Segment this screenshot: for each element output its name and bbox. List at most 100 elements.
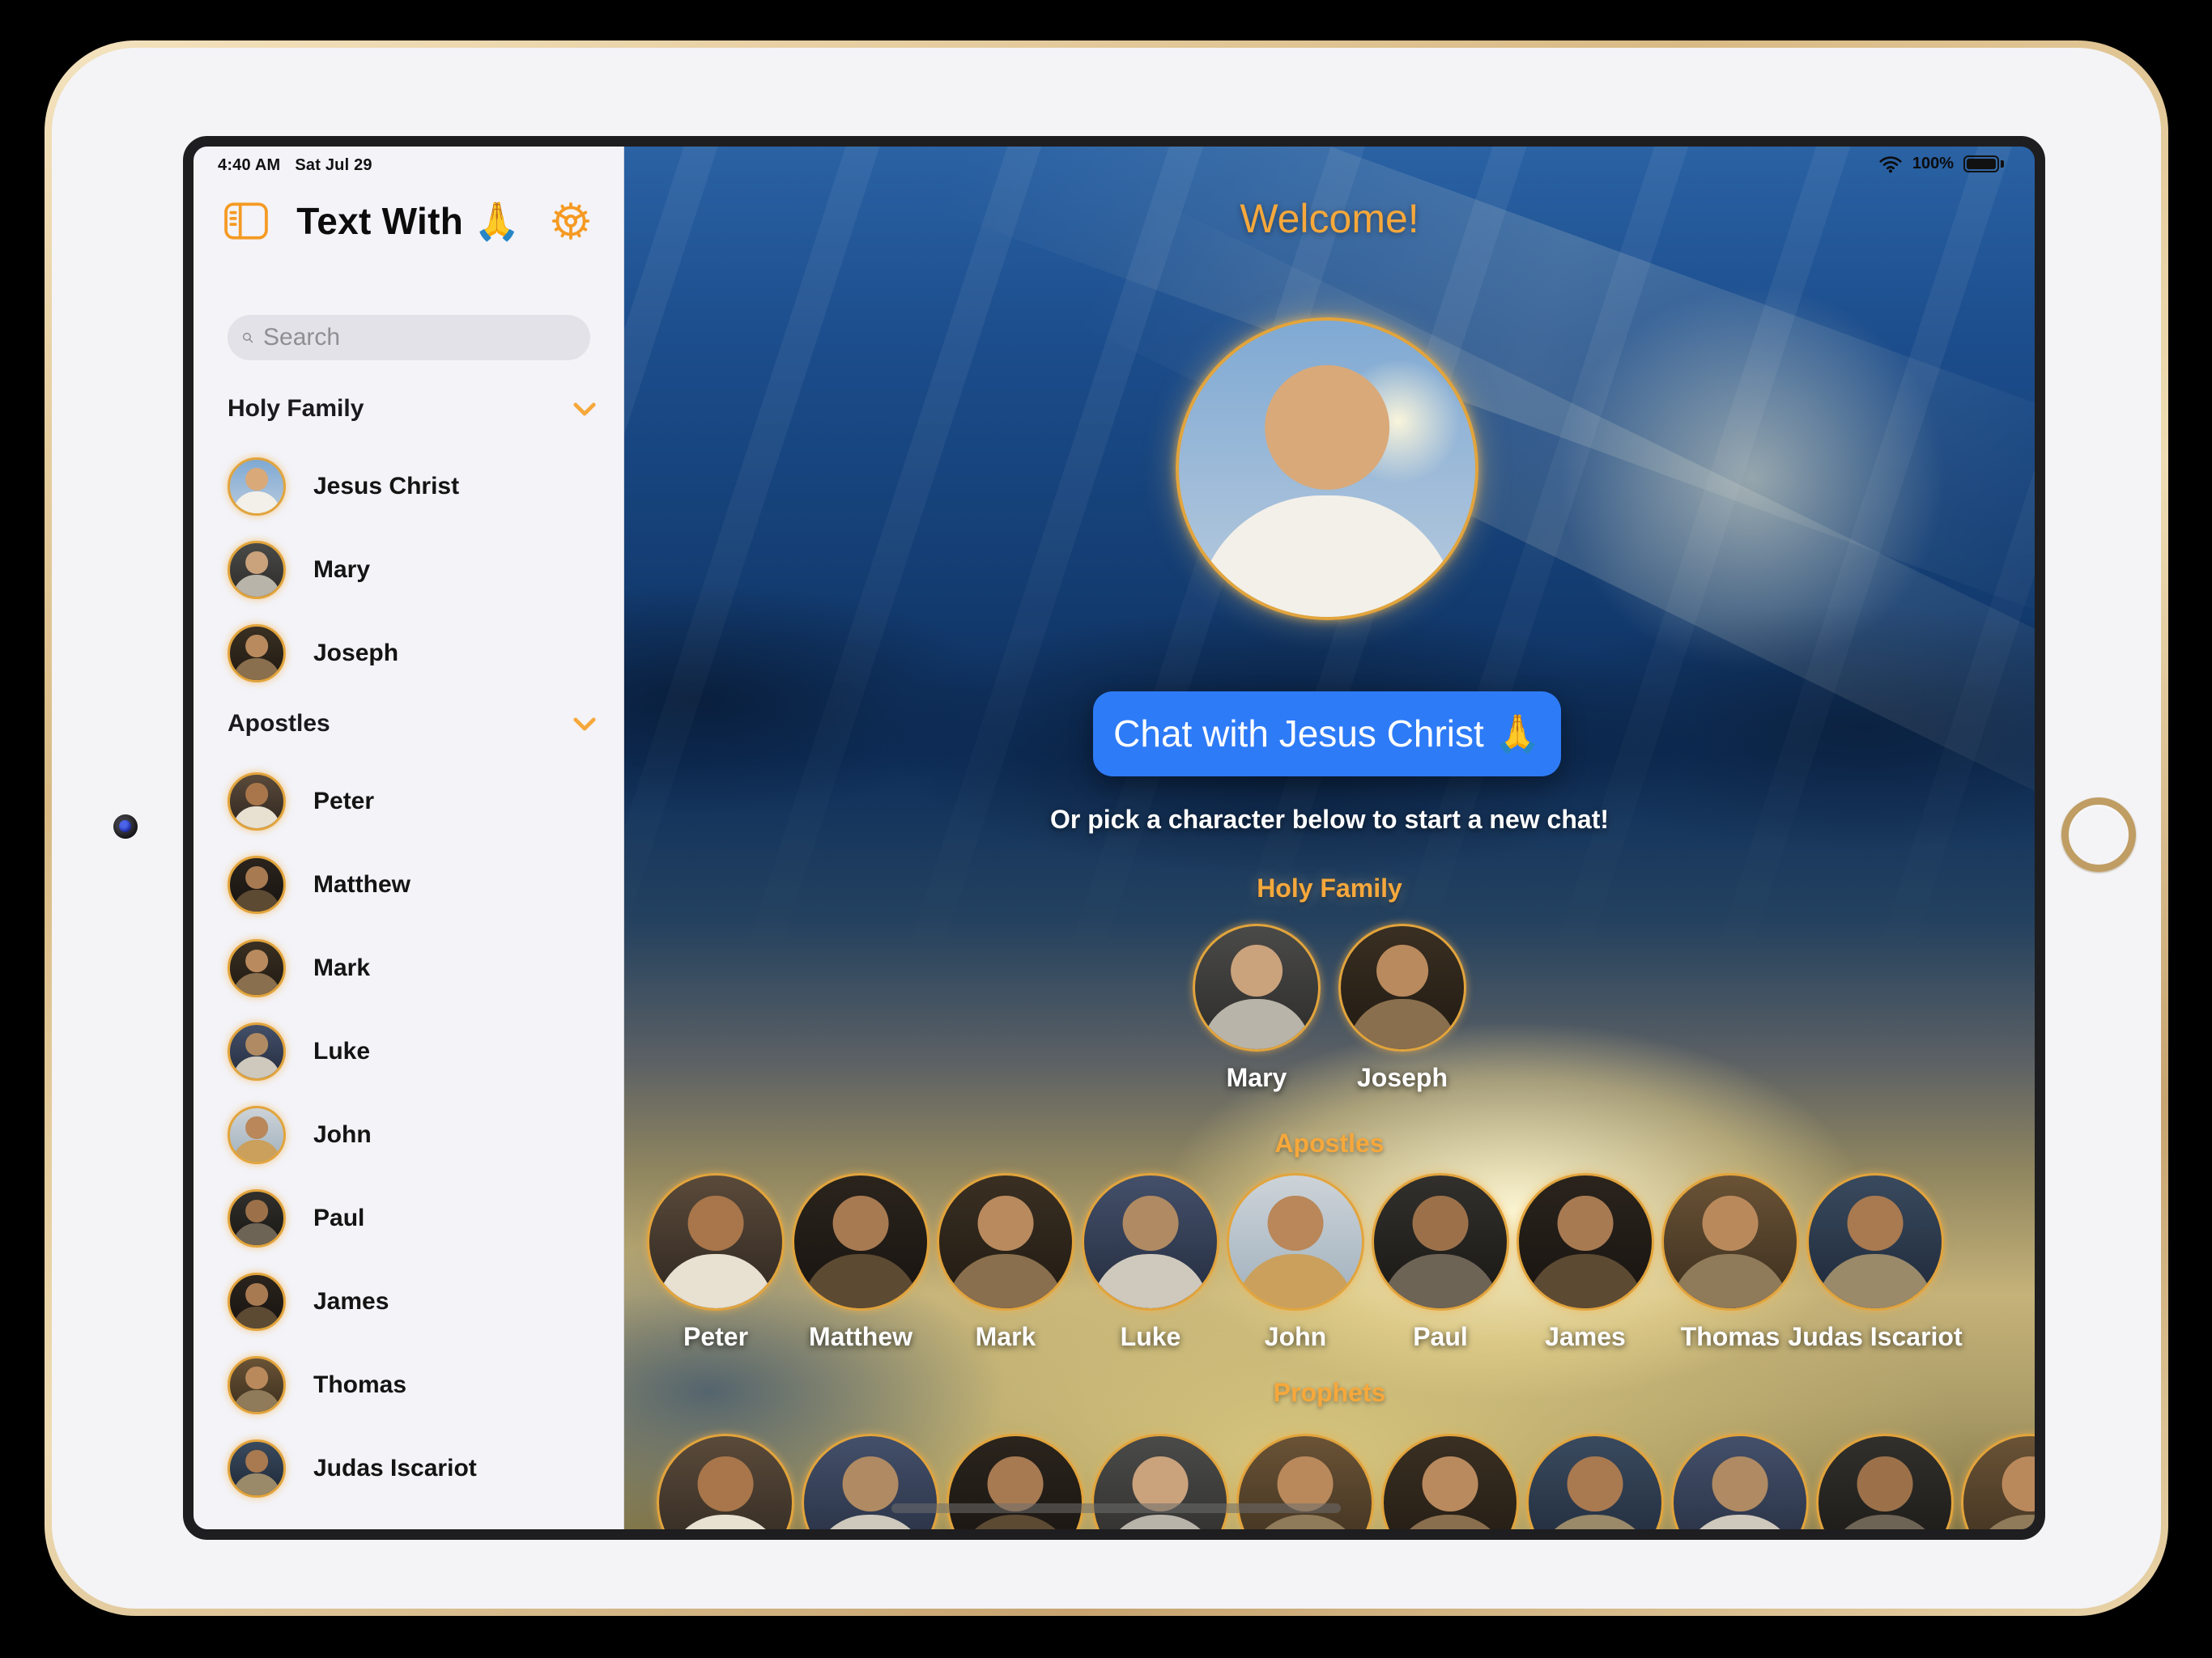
character-tile-judas-iscariot[interactable]: Judas Iscariot bbox=[1806, 1173, 1944, 1352]
prophet-tile-8[interactable] bbox=[1671, 1434, 1809, 1529]
main-section-label-prophets: Prophets bbox=[624, 1378, 2035, 1408]
prophet-tile-1[interactable] bbox=[657, 1434, 794, 1529]
character-tile-peter[interactable]: Peter bbox=[647, 1173, 785, 1352]
search-input[interactable] bbox=[263, 324, 576, 351]
settings-button[interactable] bbox=[549, 199, 593, 243]
avatar bbox=[228, 1022, 286, 1081]
sidebar-character-list: Holy Family Jesus Christ Mary Joseph Apostle… bbox=[194, 386, 623, 1529]
avatar bbox=[228, 1106, 286, 1164]
avatar bbox=[1372, 1173, 1509, 1311]
camera-lens bbox=[119, 820, 131, 832]
avatar bbox=[1193, 924, 1321, 1052]
avatar bbox=[228, 624, 286, 682]
character-name: Paul bbox=[313, 1205, 364, 1232]
search-field[interactable] bbox=[228, 315, 590, 360]
screen: 4:40 AM Sat Jul 29 Text With 🙏 bbox=[183, 136, 2045, 1540]
avatar bbox=[228, 541, 286, 599]
sidebar: 4:40 AM Sat Jul 29 Text With 🙏 bbox=[194, 147, 624, 1529]
chevron-down-icon[interactable] bbox=[573, 402, 596, 416]
sidebar-section-header-holy-family[interactable]: Holy Family bbox=[228, 393, 596, 425]
avatar bbox=[1227, 1173, 1364, 1311]
sidebar-item-luke[interactable]: Luke bbox=[228, 1022, 601, 1081]
battery-percent: 100% bbox=[1912, 155, 1954, 173]
home-button[interactable] bbox=[2061, 797, 2136, 872]
avatar bbox=[1236, 1434, 1374, 1529]
sidebar-item-jesus-christ[interactable]: Jesus Christ bbox=[228, 457, 601, 516]
stage: 4:40 AM Sat Jul 29 Text With 🙏 bbox=[0, 0, 2212, 1658]
sidebar-item-mary[interactable]: Mary bbox=[228, 541, 601, 599]
prophet-tile-4[interactable] bbox=[1091, 1434, 1229, 1529]
status-time: 4:40 AM bbox=[218, 156, 280, 175]
sidebar-item-judas-iscariot[interactable]: Judas Iscariot bbox=[228, 1439, 601, 1498]
character-name: Mary bbox=[1227, 1063, 1287, 1093]
character-tile-mark[interactable]: Mark bbox=[937, 1173, 1074, 1352]
sidebar-section-header-apostles[interactable]: Apostles bbox=[228, 708, 596, 740]
character-tile-luke[interactable]: Luke bbox=[1082, 1173, 1219, 1352]
ipad-front-bezel: 4:40 AM Sat Jul 29 Text With 🙏 bbox=[52, 48, 2161, 1609]
sidebar-item-peter[interactable]: Peter bbox=[228, 772, 601, 831]
prophet-tile-7[interactable] bbox=[1526, 1434, 1664, 1529]
avatar bbox=[937, 1173, 1074, 1311]
character-name: Peter bbox=[683, 1322, 748, 1352]
chat-with-jesus-button[interactable]: Chat with Jesus Christ 🙏 bbox=[1093, 691, 1561, 776]
avatar bbox=[1816, 1434, 1954, 1529]
character-tile-joseph[interactable]: Joseph bbox=[1338, 924, 1466, 1093]
character-tile-thomas[interactable]: Thomas bbox=[1661, 1173, 1799, 1352]
main-content: 100% Welcome! Chat with Jesus Christ 🙏 O… bbox=[624, 147, 2035, 1529]
character-tile-james[interactable]: James bbox=[1516, 1173, 1654, 1352]
prophet-tile-6[interactable] bbox=[1381, 1434, 1519, 1529]
sidebar-item-mark[interactable]: Mark bbox=[228, 939, 601, 997]
character-name: John bbox=[313, 1121, 372, 1149]
sidebar-item-matthew[interactable]: Matthew bbox=[228, 856, 601, 914]
gear-icon bbox=[549, 199, 593, 243]
sidebar-item-james[interactable]: James bbox=[228, 1273, 601, 1331]
avatar bbox=[228, 856, 286, 914]
prophet-tile-3[interactable] bbox=[946, 1434, 1084, 1529]
avatar bbox=[1381, 1434, 1519, 1529]
avatar bbox=[657, 1434, 794, 1529]
character-tile-mary[interactable]: Mary bbox=[1193, 924, 1321, 1093]
prophet-tile-9[interactable] bbox=[1816, 1434, 1954, 1529]
character-name: Mark bbox=[976, 1322, 1036, 1352]
character-name: Jesus Christ bbox=[313, 473, 459, 500]
character-tile-matthew[interactable]: Matthew bbox=[792, 1173, 929, 1352]
character-name: Matthew bbox=[809, 1322, 912, 1352]
sidebar-header: Text With 🙏 bbox=[194, 192, 623, 250]
apostles-row: Peter Matthew Mark LukeJohnPaulJames Thomas J… bbox=[647, 1173, 1944, 1352]
battery-icon bbox=[1963, 155, 1999, 172]
horizontal-scrollbar[interactable] bbox=[891, 1503, 1341, 1513]
sidebar-toggle-button[interactable] bbox=[224, 202, 268, 240]
chevron-down-icon[interactable] bbox=[573, 717, 596, 731]
prophet-tile-10[interactable] bbox=[1961, 1434, 2035, 1529]
avatar bbox=[1091, 1434, 1229, 1529]
avatar bbox=[228, 1356, 286, 1414]
pick-character-subtitle: Or pick a character below to start a new… bbox=[624, 805, 2035, 835]
wifi-icon bbox=[1878, 155, 1903, 173]
character-tile-paul[interactable]: Paul bbox=[1372, 1173, 1509, 1352]
status-bar-left: 4:40 AM Sat Jul 29 bbox=[218, 156, 372, 175]
character-name: Joseph bbox=[313, 640, 398, 667]
avatar bbox=[1661, 1173, 1799, 1311]
prophets-row bbox=[657, 1434, 2035, 1529]
character-name: Peter bbox=[313, 788, 374, 815]
avatar bbox=[228, 772, 286, 831]
sidebar-item-paul[interactable]: Paul bbox=[228, 1189, 601, 1248]
avatar bbox=[228, 939, 286, 997]
sidebar-item-joseph[interactable]: Joseph bbox=[228, 624, 601, 682]
character-name: Judas Iscariot bbox=[313, 1455, 477, 1482]
avatar bbox=[792, 1173, 929, 1311]
avatar bbox=[1526, 1434, 1664, 1529]
prophet-tile-2[interactable] bbox=[802, 1434, 939, 1529]
status-bar-right: 100% bbox=[1878, 155, 1999, 173]
sidebar-item-thomas[interactable]: Thomas bbox=[228, 1356, 601, 1414]
character-name: Matthew bbox=[313, 871, 410, 899]
ipad-bezel: 4:40 AM Sat Jul 29 Text With 🙏 bbox=[45, 40, 2168, 1616]
status-date: Sat Jul 29 bbox=[295, 156, 372, 175]
character-name: James bbox=[313, 1288, 389, 1316]
holy-family-row: Mary Joseph bbox=[624, 924, 2035, 1093]
prophet-tile-5[interactable] bbox=[1236, 1434, 1374, 1529]
sidebar-item-john[interactable]: John bbox=[228, 1106, 601, 1164]
character-tile-john[interactable]: John bbox=[1227, 1173, 1364, 1352]
character-name: Thomas bbox=[1681, 1322, 1780, 1352]
sun-glow bbox=[1179, 321, 1475, 617]
